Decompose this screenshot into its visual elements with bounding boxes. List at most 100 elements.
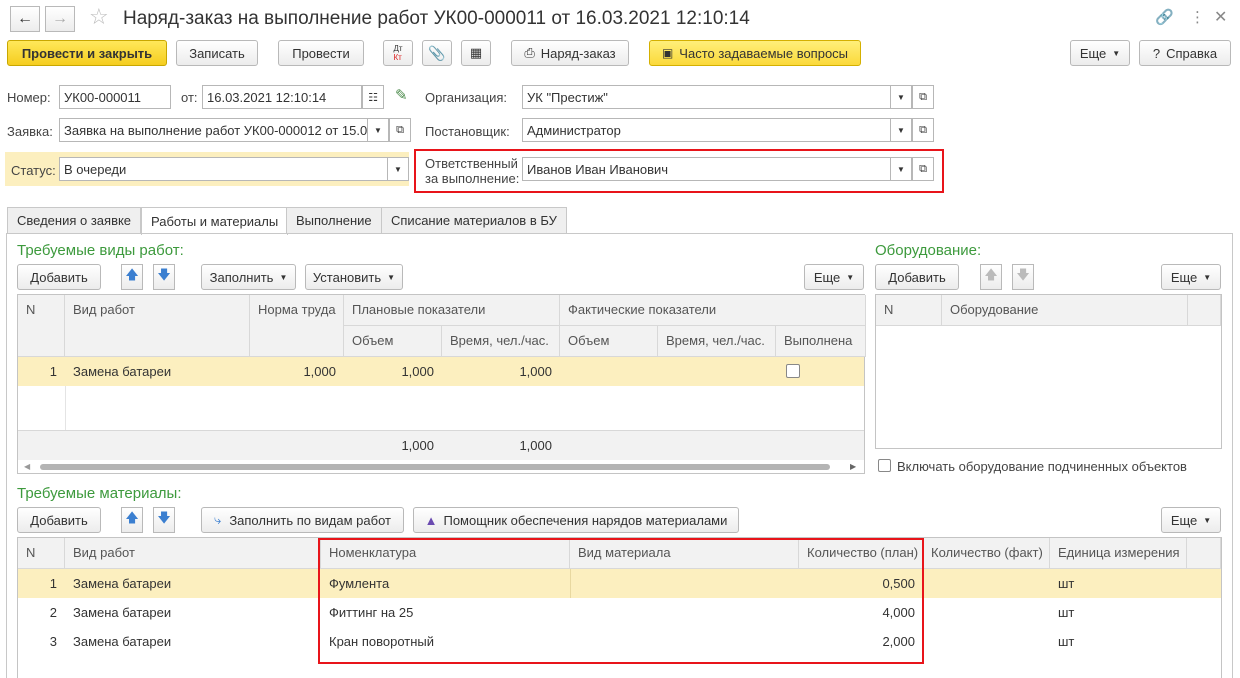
post-close-button[interactable]: Провести и закрыть [7,40,167,66]
scroll-right-icon[interactable]: ▶ [850,462,856,471]
question-icon: ? [1152,45,1161,61]
open-icon: ⧉ [919,90,927,103]
number-field[interactable]: УК00-000011 [59,85,171,109]
works-col-plan[interactable]: Плановые показатели [344,295,560,326]
favorite-star-icon[interactable]: ☆ [89,4,109,30]
scroll-left-icon[interactable]: ◀ [24,462,30,471]
materials-move-up-button[interactable]: 🡅 [121,507,143,533]
works-col-plan-volume[interactable]: Объем [344,326,442,357]
equipment-move-down-button[interactable]: 🡇 [1012,264,1034,290]
tab-write-off[interactable]: Списание материалов в БУ [381,207,567,233]
works-set-button[interactable]: Установить ▼ [305,264,403,290]
caret-down-icon: ▼ [846,272,855,282]
works-col-fact[interactable]: Фактические показатели [560,295,866,326]
setter-field[interactable]: Администратор [522,118,892,142]
chevron-down-icon: ▼ [374,125,382,135]
more-button[interactable]: Еще ▼ [1070,40,1130,66]
calendar-button[interactable]: ☷ [362,85,384,109]
caret-down-icon: ▼ [1203,515,1212,525]
window-title: Наряд-заказ на выполнение работ УК00-000… [123,8,750,29]
request-dropdown[interactable]: ▼ [367,118,389,142]
menu-dots-icon[interactable]: ⋮ [1190,8,1205,26]
faq-button[interactable]: ▣ Часто задаваемые вопросы [649,40,861,66]
arrow-up-icon: 🡅 [125,267,139,282]
post-button[interactable]: Провести [278,40,364,66]
dtkt-icon: Дт Кт [393,44,403,62]
equipment-add-button[interactable]: Добавить [875,264,959,290]
setter-open-button[interactable]: ⧉ [912,118,934,142]
include-sub-checkbox[interactable] [878,459,891,472]
works-col-n[interactable]: N [18,295,65,357]
equipment-table: N Оборудование [875,294,1222,449]
works-fill-button[interactable]: Заполнить ▼ [201,264,296,290]
paperclip-icon: 📎 [428,44,446,61]
calendar-icon: ☷ [368,91,378,104]
back-button[interactable]: ← [10,6,40,32]
works-totals-row: 1,000 1,000 [18,430,864,460]
open-icon: ⧉ [919,123,927,136]
works-col-fact-volume[interactable]: Объем [560,326,658,357]
org-dropdown[interactable]: ▼ [890,85,912,109]
request-open-button[interactable]: ⧉ [389,118,411,142]
close-icon[interactable]: ✕ [1214,7,1227,27]
materials-col-work-type[interactable]: Вид работ [65,538,321,569]
works-more-button[interactable]: Еще ▼ [804,264,864,290]
arrow-right-icon: → [52,10,68,27]
materials-col-unit[interactable]: Единица измерения [1050,538,1187,569]
done-checkbox[interactable] [786,364,800,378]
works-col-work-type[interactable]: Вид работ [65,295,250,357]
document-check-icon[interactable]: ✎ [395,86,408,104]
fill-arrow-icon: ⤷ [214,512,222,527]
assistant-button[interactable]: ▲ Помощник обеспечения нарядов материалам… [413,507,739,533]
equipment-col-n[interactable]: N [876,295,942,326]
materials-move-down-button[interactable]: 🡇 [153,507,175,533]
materials-more-button[interactable]: Еще ▼ [1161,507,1221,533]
date-field[interactable]: 16.03.2021 12:10:14 [202,85,362,109]
fill-by-works-button[interactable]: ⤷ Заполнить по видам работ [201,507,404,533]
attach-button[interactable]: 📎 [422,40,452,66]
status-field[interactable]: В очереди [59,157,409,181]
tab-execution[interactable]: Выполнение [286,207,382,233]
works-col-norm[interactable]: Норма труда [250,295,344,357]
setter-label: Постановщик: [425,124,510,139]
dtkt-button[interactable]: Дт Кт [383,40,413,66]
materials-col-n[interactable]: N [18,538,65,569]
org-label: Организация: [425,90,508,105]
materials-col-qty-fact[interactable]: Количество (факт) [923,538,1050,569]
responsible-highlight-box [414,149,944,193]
org-open-button[interactable]: ⧉ [912,85,934,109]
arrow-down-icon: 🡇 [157,510,171,525]
org-field[interactable]: УК "Престиж" [522,85,912,109]
tab-works-materials[interactable]: Работы и материалы [141,207,289,235]
table-row[interactable]: 1 Замена батареи 1,000 1,000 1,000 [18,357,864,386]
setter-dropdown[interactable]: ▼ [890,118,912,142]
works-move-up-button[interactable]: 🡅 [121,264,143,290]
forward-button[interactable]: → [45,6,75,32]
arrow-left-icon: ← [17,10,33,27]
works-move-down-button[interactable]: 🡇 [153,264,175,290]
equipment-col-name[interactable]: Оборудование [942,295,1188,326]
tab-request-info[interactable]: Сведения о заявке [7,207,142,233]
save-button[interactable]: Записать [176,40,258,66]
help-button[interactable]: ? Справка [1139,40,1231,66]
materials-title: Требуемые материалы: [17,485,182,502]
equipment-more-button[interactable]: Еще ▼ [1161,264,1221,290]
works-add-button[interactable]: Добавить [17,264,101,290]
request-field[interactable]: Заявка на выполнение работ УК00-000012 о… [59,118,369,142]
print-order-button[interactable]: ⎙ Наряд-заказ [511,40,629,66]
link-icon[interactable]: 🔗 [1155,8,1174,26]
faq-icon: ▣ [661,46,674,60]
caret-down-icon: ▼ [1112,48,1121,58]
structure-button[interactable]: ▦ [461,40,491,66]
works-col-plan-time[interactable]: Время, чел./час. [442,326,560,357]
chevron-down-icon: ▼ [897,92,905,102]
printer-icon: ⎙ [524,45,535,60]
status-dropdown[interactable]: ▼ [387,157,409,181]
equipment-move-up-button[interactable]: 🡅 [980,264,1002,290]
works-scrollbar[interactable] [40,464,830,470]
works-col-fact-time[interactable]: Время, чел./час. [658,326,776,357]
assistant-icon: ▲ [424,512,438,528]
caret-down-icon: ▼ [387,272,396,282]
works-col-done[interactable]: Выполнена [776,326,866,357]
materials-add-button[interactable]: Добавить [17,507,101,533]
